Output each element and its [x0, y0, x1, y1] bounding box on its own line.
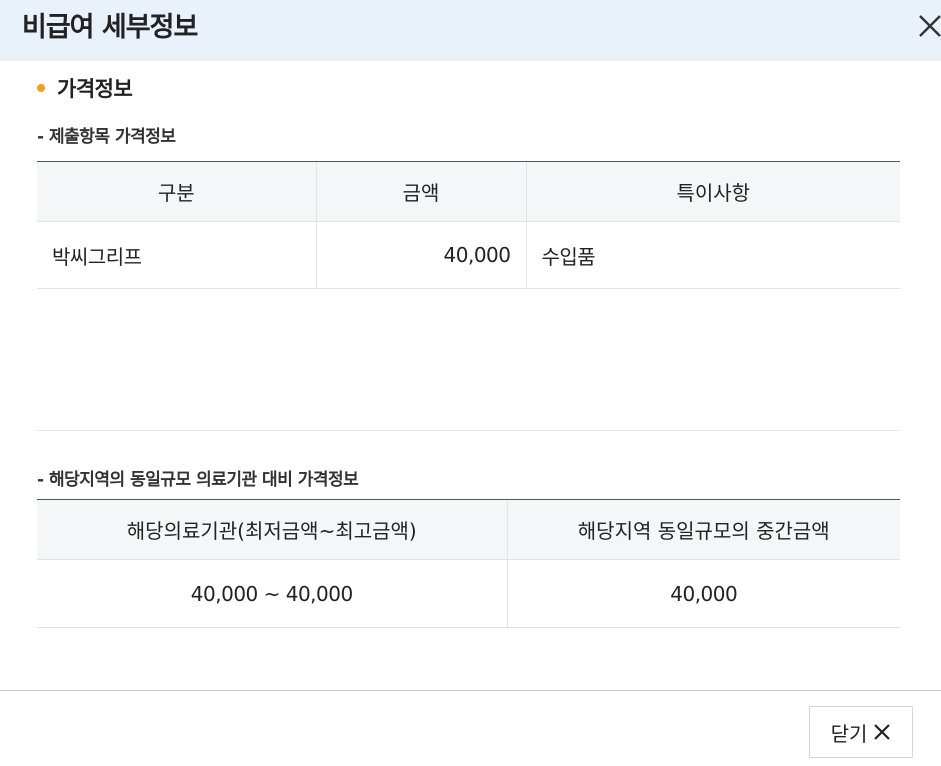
cell-institution-range: 40,000 ~ 40,000	[37, 559, 507, 628]
cell-remarks: 수입품	[525, 221, 900, 289]
section-title: 가격정보	[57, 77, 133, 101]
regional-price-table: 해당의료기관(최저금액~최고금액) 해당지역 동일규모의 중간금액 40,000…	[37, 499, 900, 628]
close-button[interactable]: 닫기	[809, 706, 913, 758]
footer-divider	[0, 690, 941, 691]
table-row: 박씨그리프 40,000 수입품	[37, 221, 900, 289]
cell-amount: 40,000	[315, 221, 526, 289]
section-divider	[37, 430, 900, 431]
column-header-institution-range: 해당의료기관(최저금액~최고금액)	[37, 499, 507, 560]
section-heading: 가격정보	[37, 74, 133, 102]
table-row: 40,000 ~ 40,000 40,000	[37, 559, 900, 628]
column-header-category: 구분	[37, 161, 316, 222]
submitted-items-subtitle: - 제출항목 가격정보	[37, 127, 176, 147]
cell-regional-median: 40,000	[506, 559, 900, 628]
close-icon[interactable]	[916, 12, 941, 40]
cell-category: 박씨그리프	[37, 221, 316, 289]
dialog-header: 비급여 세부정보	[0, 0, 941, 61]
bullet-dot-icon	[37, 84, 45, 92]
table-header-row: 구분 금액 특이사항	[37, 161, 900, 222]
close-icon	[874, 724, 891, 740]
table-header-row: 해당의료기관(최저금액~최고금액) 해당지역 동일규모의 중간금액	[37, 499, 900, 560]
submitted-price-table: 구분 금액 특이사항 박씨그리프 40,000 수입품	[37, 161, 900, 289]
dialog-title: 비급여 세부정보	[22, 12, 198, 43]
column-header-amount: 금액	[315, 161, 526, 222]
regional-comparison-subtitle: - 해당지역의 동일규모 의료기관 대비 가격정보	[37, 470, 359, 490]
column-header-remarks: 특이사항	[525, 161, 900, 222]
close-button-label: 닫기	[830, 721, 868, 746]
column-header-regional-median: 해당지역 동일규모의 중간금액	[506, 499, 900, 560]
